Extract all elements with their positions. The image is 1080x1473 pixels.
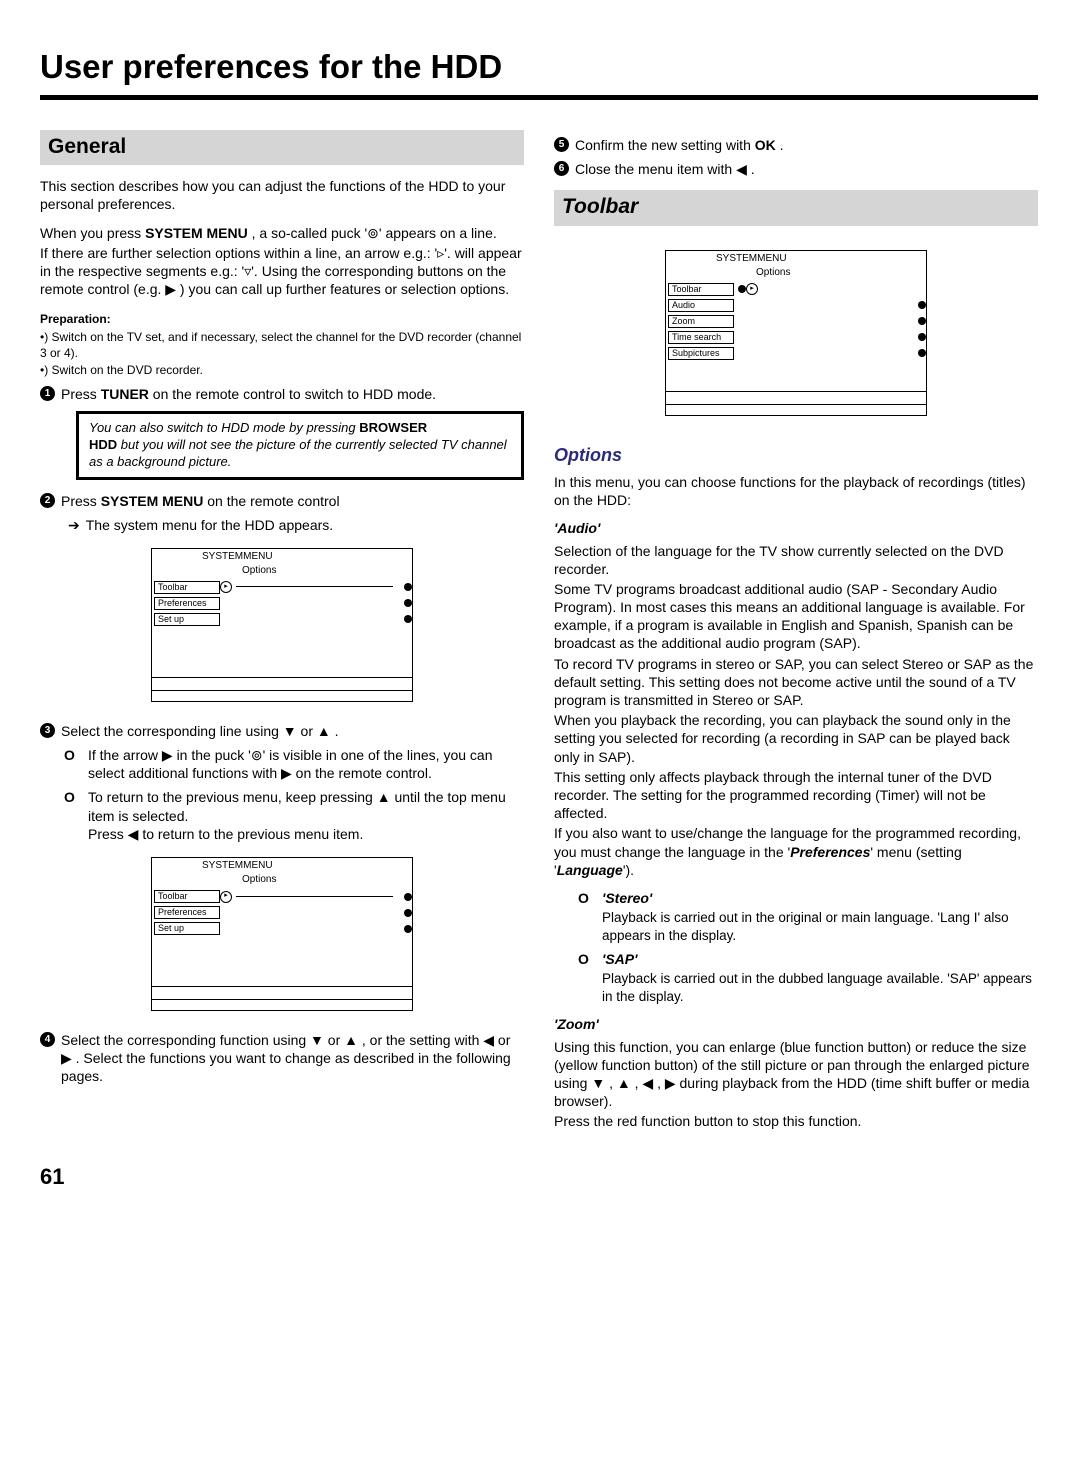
general-intro-1: This section describes how you can adjus… bbox=[40, 177, 524, 213]
systemmenu-diagram-2: SYSTEMMENU Options Toolbar▸ Preferences … bbox=[151, 857, 413, 1011]
step-badge-4: 4 bbox=[40, 1032, 55, 1047]
puck-icon: ▸ bbox=[220, 581, 232, 593]
left-column: General This section describes how you c… bbox=[40, 130, 524, 1133]
step-3-note-2: O To return to the previous menu, keep p… bbox=[64, 788, 524, 843]
systemmenu-diagram-toolbar: SYSTEMMENU Options Toolbar ▸ Audio Zoom T… bbox=[665, 250, 927, 416]
hdd-mode-callout: You can also switch to HDD mode by press… bbox=[76, 411, 524, 480]
audio-p5: This setting only affects playback throu… bbox=[554, 768, 1038, 823]
section-heading-toolbar: Toolbar bbox=[554, 190, 1038, 225]
step-6: Close the menu item with ◀ . bbox=[575, 160, 1038, 178]
zoom-p2: Press the red function button to stop th… bbox=[554, 1112, 1038, 1130]
page-title: User preferences for the HDD bbox=[40, 30, 1038, 89]
menu2-title: SYSTEMMENU bbox=[152, 858, 412, 872]
general-intro-3: If there are further selection options w… bbox=[40, 244, 524, 299]
zoom-p1: Using this function, you can enlarge (bl… bbox=[554, 1038, 1038, 1111]
systemmenu-diagram-1: SYSTEMMENU Options Toolbar▸ Preferences … bbox=[151, 548, 413, 702]
menu1-row-preferences: Preferences bbox=[154, 597, 220, 610]
right-column: 5 Confirm the new setting with OK . 6 Cl… bbox=[554, 130, 1038, 1133]
menu3-row-audio: Audio bbox=[668, 299, 734, 312]
step-badge-5: 5 bbox=[554, 137, 569, 152]
menu2-subtitle: Options bbox=[152, 872, 412, 888]
audio-heading: 'Audio' bbox=[554, 519, 1038, 537]
options-intro: In this menu, you can choose functions f… bbox=[554, 473, 1038, 509]
option-stereo-label: 'Stereo' bbox=[602, 889, 652, 907]
step-2-result: ➔The system menu for the HDD appears. bbox=[68, 516, 524, 534]
step-5: Confirm the new setting with OK . bbox=[575, 136, 1038, 154]
option-sap-label: 'SAP' bbox=[602, 950, 637, 968]
menu3-row-time-search: Time search bbox=[668, 331, 734, 344]
step-badge-1: 1 bbox=[40, 386, 55, 401]
menu1-subtitle: Options bbox=[152, 563, 412, 579]
menu2-row-setup: Set up bbox=[154, 922, 220, 935]
menu2-row-toolbar: Toolbar bbox=[154, 890, 220, 903]
menu3-row-zoom: Zoom bbox=[668, 315, 734, 328]
step-3: Select the corresponding line using ▼ or… bbox=[61, 722, 524, 740]
menu2-row-preferences: Preferences bbox=[154, 906, 220, 919]
step-badge-3: 3 bbox=[40, 723, 55, 738]
preparation-item-2: •) Switch on the DVD recorder. bbox=[40, 363, 524, 379]
step-2: Press SYSTEM MENU on the remote control bbox=[61, 492, 524, 510]
menu3-row-toolbar: Toolbar bbox=[668, 283, 734, 296]
option-sap-body: Playback is carried out in the dubbed la… bbox=[602, 970, 1038, 1005]
zoom-heading: 'Zoom' bbox=[554, 1015, 1038, 1033]
menu3-subtitle: Options bbox=[666, 265, 926, 281]
options-heading: Options bbox=[554, 444, 1038, 467]
menu1-row-setup: Set up bbox=[154, 613, 220, 626]
audio-p4: When you playback the recording, you can… bbox=[554, 711, 1038, 766]
audio-p3: To record TV programs in stereo or SAP, … bbox=[554, 655, 1038, 710]
preparation-item-1: •) Switch on the TV set, and if necessar… bbox=[40, 330, 524, 361]
puck-icon: ▸ bbox=[220, 891, 232, 903]
step-badge-6: 6 bbox=[554, 161, 569, 176]
audio-p1: Selection of the language for the TV sho… bbox=[554, 542, 1038, 578]
menu3-title: SYSTEMMENU bbox=[666, 251, 926, 265]
title-rule bbox=[40, 95, 1038, 100]
menu1-title: SYSTEMMENU bbox=[152, 549, 412, 563]
step-badge-2: 2 bbox=[40, 493, 55, 508]
general-intro-2: When you press SYSTEM MENU , a so-called… bbox=[40, 224, 524, 242]
menu1-row-toolbar: Toolbar bbox=[154, 581, 220, 594]
step-1: Press TUNER on the remote control to swi… bbox=[61, 385, 524, 403]
audio-p6: If you also want to use/change the langu… bbox=[554, 824, 1038, 879]
step-3-note-1: OIf the arrow ▶ in the puck '⊚' is visib… bbox=[64, 746, 524, 782]
menu3-row-subpictures: Subpictures bbox=[668, 347, 734, 360]
puck-icon: ▸ bbox=[746, 283, 758, 295]
step-4: Select the corresponding function using … bbox=[61, 1031, 524, 1086]
option-stereo-body: Playback is carried out in the original … bbox=[602, 909, 1038, 944]
section-heading-general: General bbox=[40, 130, 524, 165]
preparation-heading: Preparation: bbox=[40, 312, 524, 328]
audio-p2: Some TV programs broadcast additional au… bbox=[554, 580, 1038, 653]
page-number: 61 bbox=[40, 1163, 1038, 1192]
